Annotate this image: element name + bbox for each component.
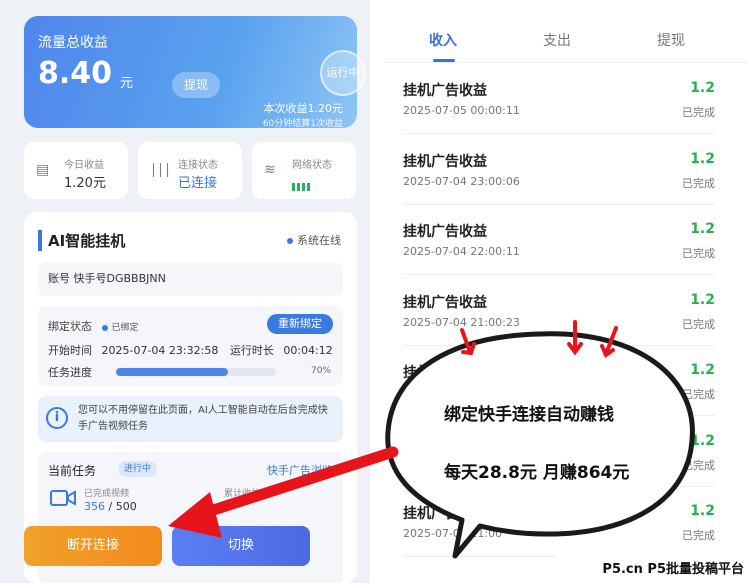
speech-bubble xyxy=(385,331,695,559)
promo-line-1: 绑定快手连接自动赚钱 xyxy=(444,405,614,425)
watermark: P5.cn P5批量投稿平台 xyxy=(556,556,748,583)
red-arrow-line xyxy=(192,446,399,521)
promo-overlay xyxy=(168,320,695,559)
promo-line-2: 每天28.8元 月赚864元 xyxy=(444,463,630,483)
red-arrow-head xyxy=(168,492,222,538)
